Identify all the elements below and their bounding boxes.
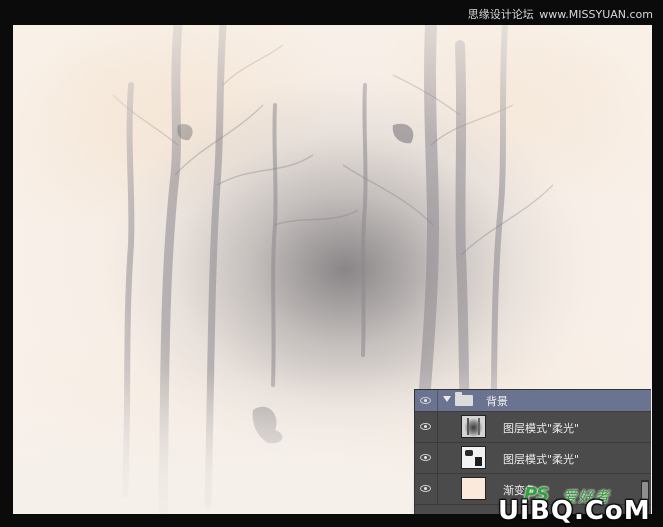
layer-thumbnail-mask (461, 446, 486, 469)
layer-group-row[interactable]: 背景 (415, 390, 651, 412)
layer-label: 图层模式"柔光" (503, 453, 580, 466)
folder-icon (455, 392, 473, 406)
eye-icon[interactable] (420, 423, 431, 430)
visibility-toggle[interactable] (415, 390, 438, 411)
watermark-header: 思缘设计论坛 www.MISSYUAN.com (468, 6, 655, 22)
visibility-toggle[interactable] (415, 443, 438, 473)
eye-icon[interactable] (420, 454, 431, 461)
layer-row[interactable]: 图层模式"柔光" (415, 412, 651, 443)
layer-thumbnail-color-fill (461, 477, 486, 500)
visibility-toggle[interactable] (415, 412, 438, 442)
expand-arrow-icon[interactable] (443, 396, 451, 402)
layer-row[interactable]: 图层模式"柔光" (415, 443, 651, 474)
watermark-site-url: www.MISSYUAN.com (539, 8, 653, 21)
layer-thumbnail-forest (461, 415, 486, 438)
eye-icon[interactable] (420, 485, 431, 492)
watermark-site-cn: 思缘设计论坛 (467, 8, 534, 21)
layer-group-label: 背景 (486, 395, 508, 408)
visibility-toggle[interactable] (415, 474, 438, 504)
layer-label: 图层模式"柔光" (503, 422, 580, 435)
site-logo-uibq: UiBQ.CoM (498, 496, 651, 526)
eye-icon[interactable] (420, 396, 431, 404)
